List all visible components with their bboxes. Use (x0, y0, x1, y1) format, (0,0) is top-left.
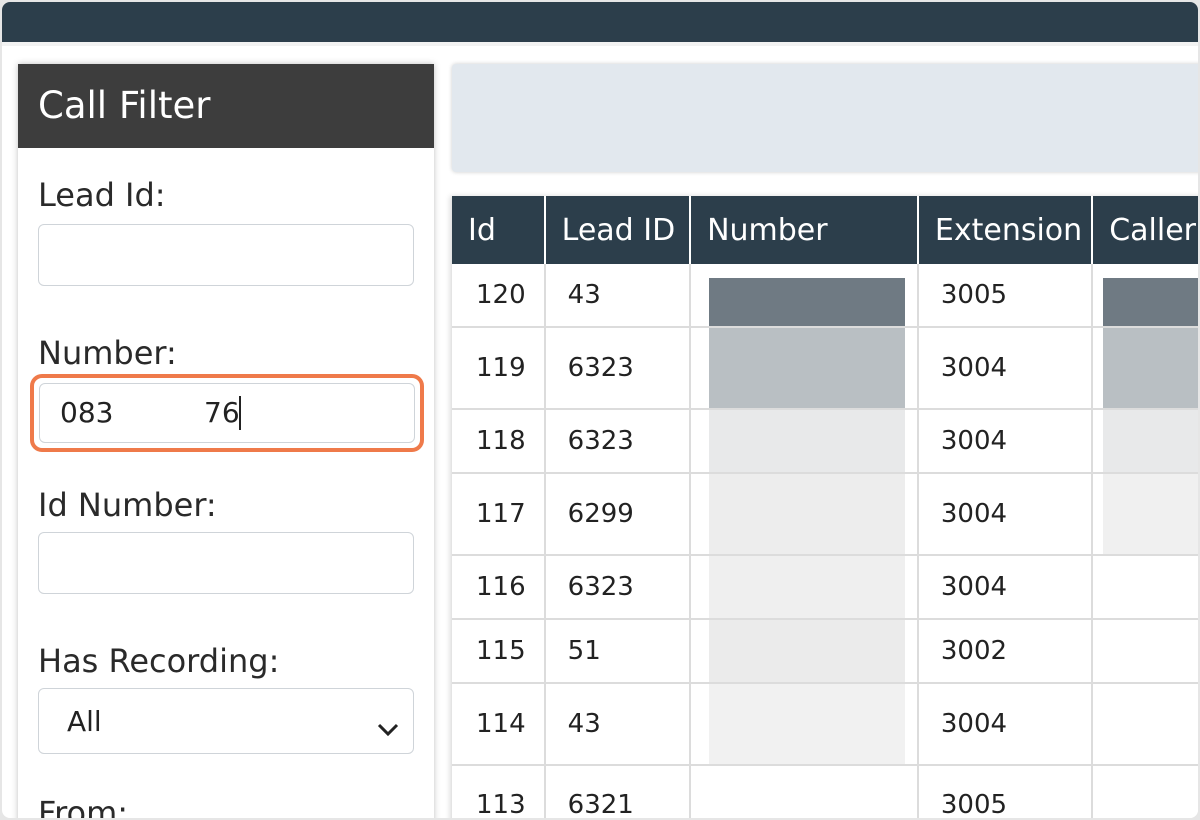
text-caret (239, 396, 241, 430)
cell-id: 118 (452, 409, 546, 474)
table-row[interactable]: 119 6323 3004 (452, 327, 1198, 410)
cell-caller-redacted (1092, 327, 1198, 410)
call-filter-panel: Call Filter Lead Id: Number: 083 76 Id N… (18, 64, 434, 818)
has-recording-value: All (67, 705, 102, 738)
cell-extension: 3004 (917, 327, 1094, 410)
cell-caller-redacted (1092, 619, 1198, 684)
number-value-end: 76 (204, 396, 240, 429)
cell-extension: 3004 (917, 683, 1094, 766)
table-row[interactable]: 116 6323 3004 (452, 555, 1198, 620)
cell-caller-redacted (1092, 683, 1198, 766)
cell-lead-id: 6321 (544, 765, 692, 818)
cell-lead-id: 43 (544, 264, 692, 328)
cell-id: 117 (452, 473, 546, 556)
panel-title: Call Filter (18, 64, 434, 148)
cell-lead-id: 6323 (544, 327, 692, 410)
cell-extension: 3004 (917, 409, 1094, 474)
cell-extension: 3005 (917, 765, 1094, 818)
cell-caller-redacted (1092, 264, 1198, 328)
cell-number-redacted (690, 619, 919, 684)
id-number-input[interactable] (38, 532, 414, 594)
cell-caller-redacted (1092, 765, 1198, 818)
cell-number-redacted (690, 765, 919, 818)
toolbar-area (452, 64, 1198, 172)
cell-lead-id: 43 (544, 683, 692, 766)
cell-id: 113 (452, 765, 546, 818)
calls-table-container: Id Lead ID Number Extension Caller 120 4… (452, 196, 1198, 818)
app-window: Call Filter Lead Id: Number: 083 76 Id N… (2, 2, 1198, 818)
calls-table: Id Lead ID Number Extension Caller 120 4… (452, 196, 1198, 818)
cell-caller-redacted (1092, 473, 1198, 556)
column-header-caller[interactable]: Caller (1092, 196, 1198, 264)
cell-number-redacted (690, 683, 919, 766)
cell-lead-id: 51 (544, 619, 692, 684)
table-row[interactable]: 114 43 3004 (452, 683, 1198, 766)
chevron-down-icon (377, 711, 399, 744)
cell-number-redacted (690, 264, 919, 328)
navbar-divider (2, 42, 1198, 46)
lead-id-input[interactable] (38, 224, 414, 286)
number-value-start: 083 (60, 396, 114, 429)
cell-extension: 3004 (917, 555, 1094, 620)
cell-caller-redacted (1092, 409, 1198, 474)
cell-id: 120 (452, 264, 546, 328)
id-number-label: Id Number: (38, 486, 217, 524)
has-recording-label: Has Recording: (38, 642, 280, 680)
cell-id: 115 (452, 619, 546, 684)
number-input[interactable]: 083 76 (39, 383, 415, 443)
cell-number-redacted (690, 473, 919, 556)
lead-id-label: Lead Id: (38, 176, 166, 214)
column-header-lead-id[interactable]: Lead ID (544, 196, 692, 264)
table-row[interactable]: 113 6321 3005 (452, 765, 1198, 818)
cell-extension: 3005 (917, 264, 1094, 328)
table-header-row: Id Lead ID Number Extension Caller (452, 196, 1198, 264)
has-recording-select[interactable]: All (38, 688, 414, 754)
column-header-extension[interactable]: Extension (917, 196, 1094, 264)
cell-caller-redacted (1092, 555, 1198, 620)
column-header-number[interactable]: Number (690, 196, 919, 264)
column-header-id[interactable]: Id (452, 196, 546, 264)
top-navbar (2, 2, 1198, 42)
number-input-highlight: 083 76 (30, 374, 424, 452)
cell-number-redacted (690, 555, 919, 620)
from-label: From: (38, 794, 129, 818)
table-row[interactable]: 120 43 3005 (452, 264, 1198, 328)
table-row[interactable]: 115 51 3002 (452, 619, 1198, 684)
table-row[interactable]: 118 6323 3004 (452, 409, 1198, 474)
cell-lead-id: 6299 (544, 473, 692, 556)
number-label: Number: (38, 334, 177, 372)
cell-extension: 3004 (917, 473, 1094, 556)
cell-id: 116 (452, 555, 546, 620)
cell-number-redacted (690, 409, 919, 474)
cell-lead-id: 6323 (544, 555, 692, 620)
table-row[interactable]: 117 6299 3004 (452, 473, 1198, 556)
cell-id: 114 (452, 683, 546, 766)
cell-id: 119 (452, 327, 546, 410)
cell-lead-id: 6323 (544, 409, 692, 474)
cell-number-redacted (690, 327, 919, 410)
cell-extension: 3002 (917, 619, 1094, 684)
